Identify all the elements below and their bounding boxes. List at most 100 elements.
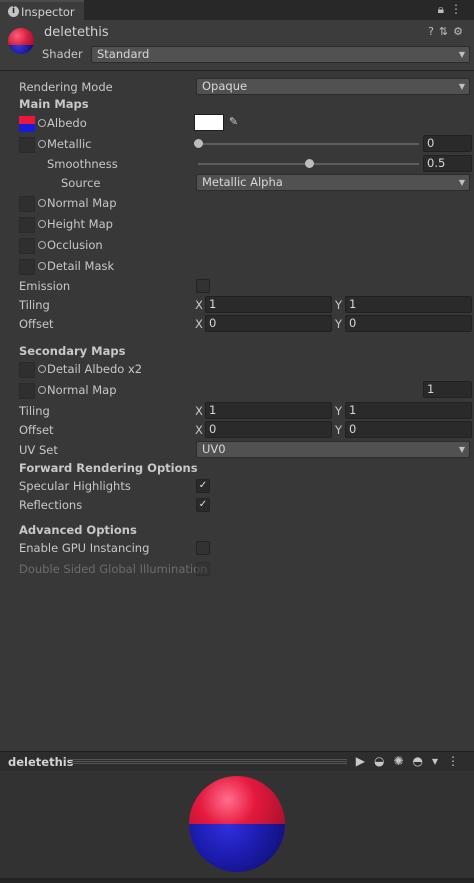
help-icon[interactable]: ? <box>428 25 439 38</box>
tab-inspector[interactable]: i Inspector <box>0 0 84 21</box>
normal-map-texture-slot[interactable] <box>19 196 35 212</box>
smoothness-label: Smoothness <box>47 157 118 171</box>
play-icon[interactable]: ▶ <box>356 754 374 768</box>
preview-settings-icon[interactable]: ◓▾ <box>413 754 448 768</box>
tab-inspector-label: Inspector <box>21 5 75 19</box>
chevron-down-icon: ▼ <box>458 178 465 187</box>
offset-y-field[interactable]: 0 <box>345 315 472 332</box>
shader-label: Shader <box>42 47 83 61</box>
height-map-picker-dot[interactable] <box>38 220 46 228</box>
secondary-offset-label: Offset <box>19 423 54 437</box>
detail-albedo-picker-dot[interactable] <box>38 365 46 373</box>
tiling-y-field[interactable]: 1 <box>345 296 472 313</box>
reflections-label: Reflections <box>19 498 83 512</box>
uv-set-value: UV0 <box>202 442 226 456</box>
chevron-down-icon: ▼ <box>458 50 465 59</box>
tiling-label: Tiling <box>19 298 50 312</box>
secondary-offset-y-label: Y <box>335 423 343 437</box>
preview-toolbar: deletethis ▶◒✺◓▾⋮ <box>0 751 474 772</box>
gpu-instancing-checkbox[interactable] <box>196 541 210 555</box>
offset-label: Offset <box>19 317 54 331</box>
uv-set-label: UV Set <box>19 443 58 457</box>
normal-map-label: Normal Map <box>47 196 117 210</box>
gear-icon[interactable]: ⚙ <box>453 25 468 38</box>
specular-highlights-label: Specular Highlights <box>19 479 131 493</box>
detail-mask-label: Detail Mask <box>47 259 115 273</box>
metallic-slider-thumb[interactable] <box>194 139 203 148</box>
secondary-normal-map-texture-slot[interactable] <box>19 383 35 399</box>
kebab-menu-icon[interactable]: ⋮ <box>447 754 468 768</box>
rendering-mode-label: Rendering Mode <box>19 80 113 94</box>
source-label: Source <box>61 176 101 190</box>
albedo-label: Albedo <box>47 116 87 130</box>
secondary-offset-x-label: X <box>195 423 203 437</box>
source-dropdown[interactable]: Metallic Alpha ▼ <box>196 174 470 191</box>
header-icons: ?⇅⚙ <box>428 25 468 38</box>
shader-dropdown[interactable]: Standard ▼ <box>91 46 470 63</box>
tab-menu-icons: 🔒︎⋮ <box>438 2 468 17</box>
main-maps-header: Main Maps <box>19 97 89 111</box>
offset-x-field[interactable]: 0 <box>205 315 332 332</box>
secondary-normal-map-picker-dot[interactable] <box>38 386 46 394</box>
preset-icon[interactable]: ⇅ <box>439 25 453 38</box>
detail-mask-picker-dot[interactable] <box>38 262 46 270</box>
secondary-tiling-x-field[interactable]: 1 <box>205 402 332 419</box>
material-name: deletethis <box>44 25 109 40</box>
secondary-tiling-y-field[interactable]: 1 <box>345 402 472 419</box>
material-thumbnail <box>8 28 34 54</box>
emission-checkbox[interactable] <box>196 279 210 293</box>
albedo-picker-dot[interactable] <box>38 119 46 127</box>
preview-controls: ▶◒✺◓▾⋮ <box>356 754 468 768</box>
detail-mask-texture-slot[interactable] <box>19 259 35 275</box>
material-preview-sphere[interactable] <box>189 776 285 872</box>
forward-rendering-header: Forward Rendering Options <box>19 461 198 475</box>
metallic-picker-dot[interactable] <box>38 140 46 148</box>
advanced-options-header: Advanced Options <box>19 523 137 537</box>
offset-x-label: X <box>195 317 203 331</box>
secondary-offset-y-field[interactable]: 0 <box>345 421 472 438</box>
tiling-x-label: X <box>195 298 203 312</box>
secondary-maps-header: Secondary Maps <box>19 344 126 358</box>
bottom-strip <box>0 878 474 883</box>
lock-icon[interactable]: 🔒︎ <box>438 2 450 16</box>
shader-value: Standard <box>97 47 150 61</box>
tiling-x-field[interactable]: 1 <box>205 296 332 313</box>
secondary-normal-map-scale-field[interactable]: 1 <box>423 381 472 398</box>
occlusion-label: Occlusion <box>47 238 103 252</box>
metallic-value-field[interactable]: 0 <box>423 135 472 152</box>
smoothness-slider-thumb[interactable] <box>304 159 314 168</box>
emission-label: Emission <box>19 279 71 293</box>
albedo-texture-slot[interactable] <box>19 116 35 132</box>
detail-albedo-label: Detail Albedo x2 <box>47 362 143 376</box>
rendering-mode-dropdown[interactable]: Opaque ▼ <box>196 78 470 95</box>
secondary-offset-x-field[interactable]: 0 <box>205 421 332 438</box>
occlusion-picker-dot[interactable] <box>38 241 46 249</box>
info-icon: i <box>8 6 19 17</box>
albedo-color-swatch[interactable] <box>194 114 224 131</box>
specular-highlights-checkbox[interactable]: ✓ <box>196 479 210 493</box>
sphere-mesh-icon[interactable]: ◒ <box>374 754 393 768</box>
secondary-tiling-x-label: X <box>195 404 203 418</box>
source-value: Metallic Alpha <box>202 175 283 189</box>
secondary-tiling-y-label: Y <box>335 404 343 418</box>
rendering-mode-value: Opaque <box>202 79 248 93</box>
reflections-checkbox[interactable]: ✓ <box>196 498 210 512</box>
preview-resize-grip[interactable] <box>69 759 347 764</box>
occlusion-texture-slot[interactable] <box>19 238 35 254</box>
metallic-texture-slot[interactable] <box>19 137 35 153</box>
metallic-slider-track[interactable] <box>198 143 419 145</box>
kebab-menu-icon[interactable]: ⋮ <box>450 2 468 16</box>
gpu-instancing-label: Enable GPU Instancing <box>19 541 150 555</box>
chevron-down-icon: ▼ <box>458 445 465 454</box>
secondary-normal-map-label: Normal Map <box>47 383 117 397</box>
tiling-y-label: Y <box>335 298 343 312</box>
secondary-tiling-label: Tiling <box>19 404 50 418</box>
uv-set-dropdown[interactable]: UV0 ▼ <box>196 441 470 458</box>
height-map-texture-slot[interactable] <box>19 217 35 233</box>
normal-map-picker-dot[interactable] <box>38 199 46 207</box>
detail-albedo-texture-slot[interactable] <box>19 362 35 378</box>
eyedropper-icon[interactable]: ✎ <box>226 114 241 129</box>
light-icon[interactable]: ✺ <box>393 754 412 768</box>
double-sided-gi-checkbox <box>196 562 210 576</box>
smoothness-value-field[interactable]: 0.5 <box>423 155 472 172</box>
